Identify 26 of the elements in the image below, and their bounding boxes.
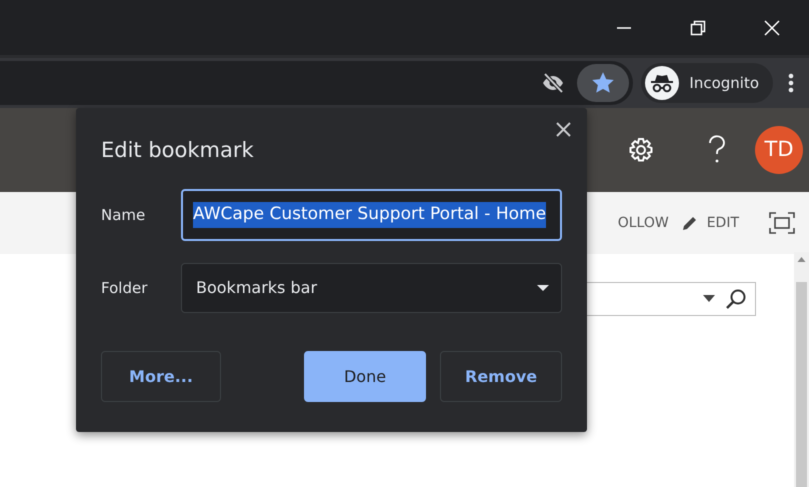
dialog-button[interactable]: Remove: [440, 351, 562, 402]
edit-link[interactable]: EDIT: [680, 212, 739, 234]
star-icon: [592, 72, 614, 94]
fullscreen-icon[interactable]: [769, 212, 795, 234]
close-icon[interactable]: [554, 120, 573, 139]
dialog-button[interactable]: More...: [101, 351, 221, 402]
folder-dropdown[interactable]: Bookmarks bar: [181, 263, 562, 314]
restore-icon[interactable]: [690, 20, 706, 36]
avatar-button[interactable]: TD: [755, 126, 803, 174]
done-button[interactable]: Done: [304, 351, 426, 402]
bookmark-star-button[interactable]: [577, 64, 630, 102]
dialog-title: Edit bookmark: [101, 138, 255, 164]
field-label: Name: [101, 204, 146, 226]
caret-icon[interactable]: [703, 295, 715, 303]
eye-slash-icon[interactable]: [541, 73, 566, 93]
scrollbar-thumb[interactable]: [796, 282, 807, 487]
follow-link[interactable]: OLLOW: [618, 212, 669, 234]
caret-icon[interactable]: [537, 284, 549, 292]
search-icon[interactable]: [725, 288, 747, 310]
close-icon[interactable]: [764, 20, 780, 36]
field-label: Folder: [101, 278, 148, 299]
name-field[interactable]: AWCape Customer Support Portal - Home: [181, 189, 562, 242]
scrollbar[interactable]: [794, 252, 809, 487]
incognito-icon: [645, 66, 680, 100]
profile-button[interactable]: Incognito: [641, 63, 773, 103]
pencil-icon: [680, 214, 699, 232]
